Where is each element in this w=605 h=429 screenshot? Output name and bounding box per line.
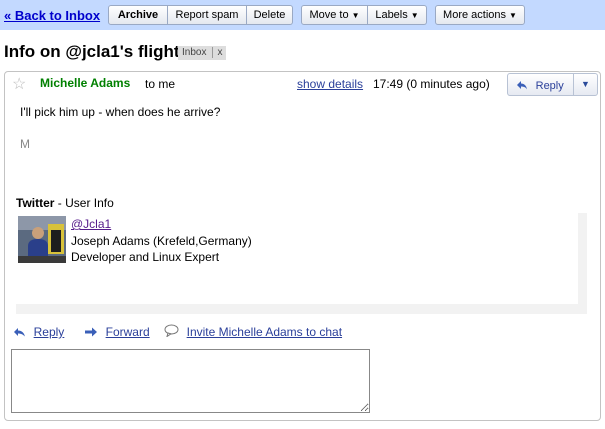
reply-action-label: Reply — [33, 325, 65, 339]
chevron-down-icon: ▼ — [351, 11, 360, 20]
message-body: I'll pick him up - when does he arrive? — [20, 105, 221, 119]
forward-arrow-icon — [84, 324, 102, 339]
chat-bubble-icon — [164, 324, 183, 339]
remove-label-button[interactable]: x — [212, 47, 223, 58]
message-signature: M — [20, 137, 30, 151]
chevron-down-icon: ▼ — [581, 79, 590, 89]
archive-button[interactable]: Archive — [108, 5, 168, 25]
reply-button[interactable]: Reply — [507, 73, 574, 96]
twitter-title-suffix: - User Info — [54, 196, 114, 210]
move-to-label: Move to — [309, 9, 349, 21]
move-to-button[interactable]: Move to ▼ — [301, 5, 368, 25]
label-name: Inbox — [182, 47, 207, 58]
recipient-text: to me — [145, 77, 176, 91]
twitter-user-description: Developer and Linux Expert — [71, 250, 220, 264]
labels-button[interactable]: Labels ▼ — [368, 5, 427, 25]
message-card: ☆ Michelle Adams to me show details 17:4… — [4, 71, 601, 421]
twitter-card-content: @Jcla1 Joseph Adams (Krefeld,Germany) De… — [16, 213, 578, 304]
reply-arrow-icon — [13, 324, 30, 339]
thread-subject: Info on @jcla1's flight — [4, 42, 180, 61]
back-to-inbox-link[interactable]: « Back to Inbox — [4, 8, 100, 23]
forward-action[interactable]: Forward — [84, 324, 150, 339]
twitter-user-name: Joseph Adams (Krefeld,Germany) — [71, 234, 252, 248]
twitter-user-card: @Jcla1 Joseph Adams (Krefeld,Germany) De… — [16, 213, 587, 314]
reply-arrow-icon — [516, 77, 532, 92]
chevron-down-icon: ▼ — [410, 11, 419, 20]
message-time: 17:49 (0 minutes ago) — [373, 77, 490, 91]
star-icon[interactable]: ☆ — [12, 74, 26, 94]
sender-name[interactable]: Michelle Adams — [40, 76, 130, 90]
more-actions-label: More actions — [443, 9, 507, 21]
inbox-label-chip: Inbox x — [178, 46, 227, 60]
report-spam-button[interactable]: Report spam — [168, 5, 247, 25]
twitter-handle-link[interactable]: @Jcla1 — [71, 217, 111, 231]
reply-button-label: Reply — [535, 80, 564, 92]
delete-button[interactable]: Delete — [247, 5, 293, 25]
avatar[interactable] — [18, 216, 66, 263]
chevron-down-icon: ▼ — [509, 11, 517, 20]
reply-textarea[interactable] — [11, 349, 370, 413]
show-details-link[interactable]: show details — [297, 77, 363, 91]
reply-action[interactable]: Reply — [13, 324, 64, 339]
invite-to-chat-label: Invite Michelle Adams to chat — [186, 325, 343, 339]
forward-action-label: Forward — [105, 325, 150, 339]
message-options-button[interactable]: ▼ — [573, 73, 598, 96]
more-actions-button[interactable]: More actions ▼ — [435, 5, 525, 25]
twitter-brand: Twitter — [16, 196, 55, 210]
twitter-section-title: Twitter - User Info — [16, 196, 114, 210]
labels-label: Labels — [375, 9, 408, 21]
top-toolbar: « Back to Inbox Archive Report spam Dele… — [0, 0, 605, 30]
invite-to-chat-action[interactable]: Invite Michelle Adams to chat — [164, 324, 342, 339]
